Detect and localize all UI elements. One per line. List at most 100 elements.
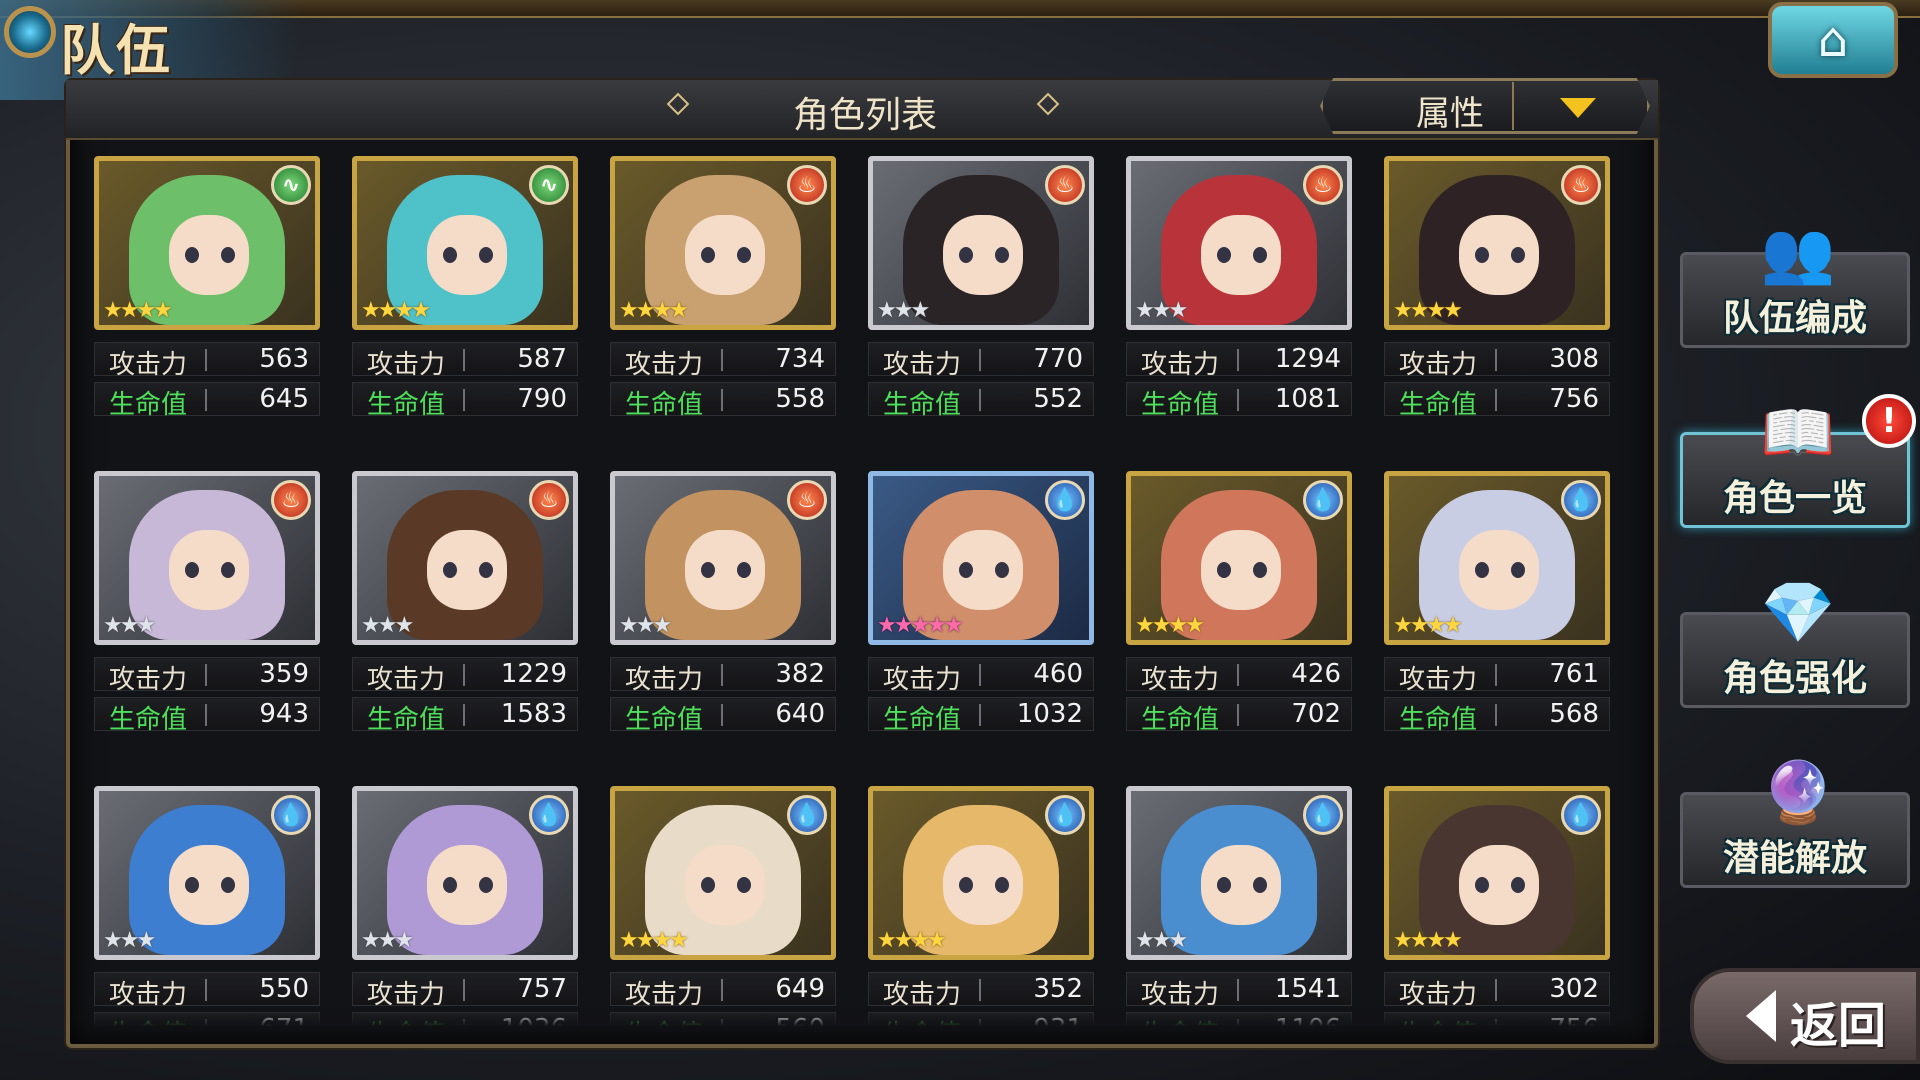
- character-card[interactable]: 💧 ★★★★★ 攻击力 460 生命值 1032: [868, 471, 1094, 771]
- attack-stat: 攻击力 649: [610, 972, 836, 1010]
- fire-element-icon: ♨: [1303, 165, 1343, 205]
- character-card[interactable]: 💧 ★★★★ 攻击力 426 生命值 702: [1126, 471, 1352, 771]
- attack-label: 攻击力: [109, 350, 188, 380]
- attack-stat: 攻击力 308: [1384, 342, 1610, 380]
- character-card[interactable]: ♨ ★★★ 攻击力 1294 生命值 1081: [1126, 156, 1352, 456]
- dropdown-divider: [1512, 82, 1514, 130]
- hp-label: 生命值: [625, 705, 704, 735]
- character-portrait[interactable]: ♨ ★★★★: [1384, 156, 1610, 330]
- attack-value: 382: [775, 659, 825, 689]
- water-element-icon: 💧: [787, 795, 827, 835]
- character-eye: [1475, 562, 1489, 578]
- character-card[interactable]: ∿ ★★★★ 攻击力 563 生命值 645: [94, 156, 320, 456]
- stat-divider: [1237, 704, 1239, 726]
- character-eye: [443, 247, 457, 263]
- attack-stat: 攻击力 1541: [1126, 972, 1352, 1010]
- potential-release-button[interactable]: 🔮 潜能解放: [1680, 758, 1910, 888]
- character-card[interactable]: ♨ ★★★ 攻击力 382 生命值 640: [610, 471, 836, 771]
- character-card[interactable]: 💧★★★★攻击力302生命值756: [1384, 786, 1610, 1026]
- sort-attribute-label[interactable]: 属性: [1390, 86, 1510, 135]
- character-card[interactable]: ♨ ★★★ 攻击力 1229 生命值 1583: [352, 471, 578, 771]
- water-element-icon: 💧: [1303, 795, 1343, 835]
- character-card[interactable]: ♨ ★★★★ 攻击力 734 生命值 558: [610, 156, 836, 456]
- stat-divider: [721, 979, 723, 1001]
- character-eye: [221, 877, 235, 893]
- character-eye: [1475, 247, 1489, 263]
- character-portrait[interactable]: 💧 ★★★★: [1384, 786, 1610, 960]
- character-portrait[interactable]: 💧 ★★★: [1126, 786, 1352, 960]
- hp-stat: 生命值 1583: [352, 697, 578, 735]
- rarity-stars: ★★★★: [1393, 928, 1463, 953]
- character-card[interactable]: ♨ ★★★★ 攻击力 308 生命值 756: [1384, 156, 1610, 456]
- character-card[interactable]: 💧★★★★攻击力649生命值560: [610, 786, 836, 1026]
- water-element-icon: 💧: [1561, 795, 1601, 835]
- character-portrait[interactable]: 💧 ★★★★: [1384, 471, 1610, 645]
- stat-divider: [1237, 349, 1239, 371]
- home-button[interactable]: ⌂: [1768, 2, 1898, 78]
- character-portrait[interactable]: ♨ ★★★: [610, 471, 836, 645]
- character-portrait[interactable]: 💧 ★★★★: [868, 786, 1094, 960]
- character-face: [1459, 845, 1539, 925]
- hp-value: 568: [1549, 699, 1599, 729]
- rarity-stars: ★★★★: [1393, 298, 1463, 323]
- character-portrait[interactable]: ∿ ★★★★: [94, 156, 320, 330]
- rarity-stars: ★★★: [1135, 298, 1188, 323]
- character-eye: [995, 877, 1009, 893]
- alert-icon: !: [1862, 394, 1916, 448]
- character-portrait[interactable]: 💧 ★★★★: [610, 786, 836, 960]
- attack-label: 攻击力: [1399, 980, 1478, 1010]
- hp-stat: 生命值 756: [1384, 382, 1610, 420]
- attack-label: 攻击力: [109, 665, 188, 695]
- character-face: [943, 215, 1023, 295]
- character-eye: [995, 247, 1009, 263]
- team-edit-button[interactable]: 👥 队伍编成: [1680, 218, 1910, 348]
- hp-value: 702: [1291, 699, 1341, 729]
- character-card[interactable]: 💧★★★攻击力757生命值1036: [352, 786, 578, 1026]
- character-card[interactable]: 💧★★★★攻击力352生命值931: [868, 786, 1094, 1026]
- stat-divider: [1495, 979, 1497, 1001]
- attack-value: 770: [1033, 344, 1083, 374]
- character-portrait[interactable]: ♨ ★★★★: [610, 156, 836, 330]
- character-portrait[interactable]: ♨ ★★★: [352, 471, 578, 645]
- page-title: 队伍: [60, 19, 172, 82]
- character-eye: [959, 562, 973, 578]
- rarity-stars: ★★★★: [1393, 613, 1463, 638]
- water-element-icon: 💧: [1303, 480, 1343, 520]
- rarity-stars: ★★★★: [619, 928, 689, 953]
- water-element-icon: 💧: [271, 795, 311, 835]
- hp-stat: 生命值 645: [94, 382, 320, 420]
- attack-label: 攻击力: [1141, 665, 1220, 695]
- back-button[interactable]: 返回: [1690, 968, 1920, 1064]
- attack-stat: 攻击力 563: [94, 342, 320, 380]
- attack-value: 761: [1549, 659, 1599, 689]
- hp-label: 生命值: [1141, 705, 1220, 735]
- hp-stat: 生命值 558: [610, 382, 836, 420]
- character-card[interactable]: 💧 ★★★★ 攻击力 761 生命值 568: [1384, 471, 1610, 771]
- character-portrait[interactable]: 💧 ★★★: [94, 786, 320, 960]
- character-card[interactable]: 💧★★★攻击力550生命值671: [94, 786, 320, 1026]
- character-portrait[interactable]: 💧 ★★★★: [1126, 471, 1352, 645]
- character-list-button[interactable]: 📖 角色一览: [1680, 398, 1910, 528]
- stat-divider: [205, 704, 207, 726]
- attack-value: 757: [517, 974, 567, 1004]
- dropdown-arrow-icon[interactable]: [1560, 98, 1596, 118]
- character-card[interactable]: 💧★★★攻击力1541生命值1106: [1126, 786, 1352, 1026]
- character-portrait[interactable]: 💧 ★★★: [352, 786, 578, 960]
- character-portrait[interactable]: ♨ ★★★: [868, 156, 1094, 330]
- hp-value: 943: [259, 699, 309, 729]
- wind-element-icon: ∿: [529, 165, 569, 205]
- character-face: [685, 215, 765, 295]
- character-card[interactable]: ∿ ★★★★ 攻击力 587 生命值 790: [352, 156, 578, 456]
- attack-label: 攻击力: [367, 665, 446, 695]
- character-portrait[interactable]: ∿ ★★★★: [352, 156, 578, 330]
- rarity-stars: ★★★: [619, 613, 672, 638]
- character-portrait[interactable]: 💧 ★★★★★: [868, 471, 1094, 645]
- hp-stat: 生命值 552: [868, 382, 1094, 420]
- stat-divider: [205, 664, 207, 686]
- character-card[interactable]: ♨ ★★★ 攻击力 770 生命值 552: [868, 156, 1094, 456]
- character-card[interactable]: ♨ ★★★ 攻击力 359 生命值 943: [94, 471, 320, 771]
- rarity-stars: ★★★: [361, 613, 414, 638]
- character-portrait[interactable]: ♨ ★★★: [1126, 156, 1352, 330]
- character-portrait[interactable]: ♨ ★★★: [94, 471, 320, 645]
- character-enhance-button[interactable]: 💎 角色强化: [1680, 578, 1910, 708]
